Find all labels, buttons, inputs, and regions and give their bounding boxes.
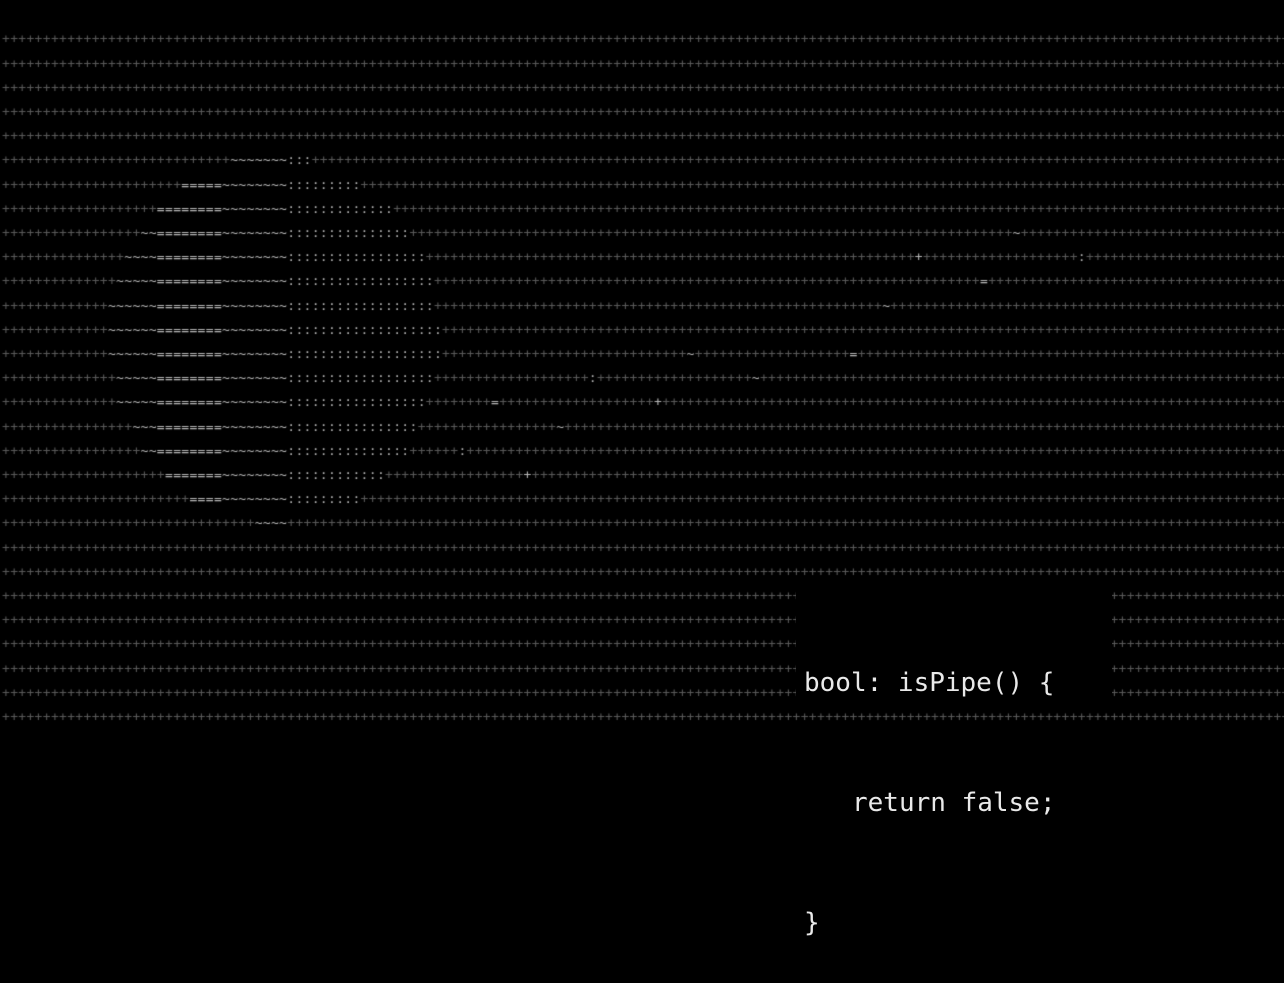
code-snippet: bool: isPipe() { return false; } xyxy=(796,583,1112,938)
code-line-signature: bool: isPipe() { xyxy=(804,668,1055,698)
code-line-return: return false; xyxy=(852,788,1056,818)
code-line-closing-brace: } xyxy=(804,908,820,938)
